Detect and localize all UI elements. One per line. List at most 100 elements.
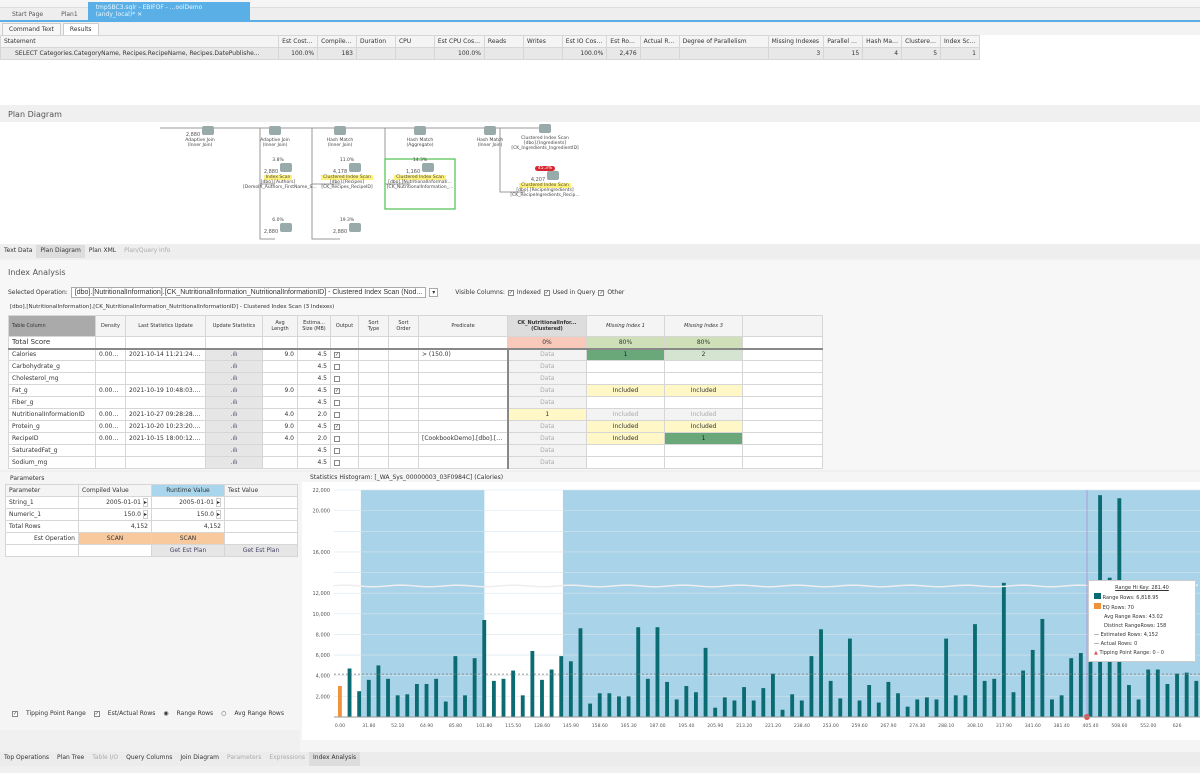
range-rows-bar[interactable] bbox=[491, 680, 496, 717]
range-rows-bar[interactable] bbox=[347, 668, 352, 717]
table-row[interactable]: SELECT Categories.CategoryName, Recipes.… bbox=[0, 47, 980, 60]
range-rows-bar[interactable] bbox=[645, 678, 650, 717]
range-rows-bar[interactable] bbox=[1146, 669, 1151, 717]
table-row[interactable]: Fiber_g .ılı 4.5 Data bbox=[8, 396, 823, 409]
update-statistics-button[interactable]: .ılı bbox=[205, 372, 263, 385]
get-est-plan-runtime-button[interactable]: Get Est Plan bbox=[151, 544, 225, 557]
output-checkbox[interactable]: ✓ bbox=[334, 423, 340, 430]
output-checkbox[interactable] bbox=[334, 375, 340, 382]
plan-node-hm1[interactable]: Hash Match (Inner Join) bbox=[305, 126, 375, 148]
update-statistics-button[interactable]: .ılı bbox=[205, 432, 263, 445]
column-header[interactable]: Last Statistics Update bbox=[125, 315, 206, 337]
tab-text-data[interactable]: Text Data bbox=[0, 245, 36, 258]
table-row[interactable]: Calories 0.000062 2021-10-14 11:21:24.663.… bbox=[8, 348, 823, 361]
table-row[interactable]: Fat_g 0.000374 2021-10-19 10:48:03.175 .ılı… bbox=[8, 384, 823, 397]
range-rows-bar[interactable] bbox=[607, 693, 612, 717]
cell[interactable] bbox=[224, 508, 298, 521]
column-header[interactable]: Estima... Size (MB) bbox=[297, 315, 331, 337]
column-header[interactable]: Est CPU Cost % bbox=[433, 35, 485, 48]
get-est-plan-test-button[interactable]: Get Est Plan bbox=[224, 544, 298, 557]
column-header[interactable]: Missing Index 1 bbox=[586, 315, 665, 337]
chevron-right-icon[interactable]: ▸ bbox=[215, 498, 221, 507]
range-rows-bar[interactable] bbox=[809, 656, 814, 717]
column-header[interactable]: Statement bbox=[0, 35, 280, 48]
range-rows-bar[interactable] bbox=[443, 701, 448, 717]
output-checkbox[interactable] bbox=[334, 435, 340, 442]
tab-top-operations[interactable]: Top Operations bbox=[0, 752, 53, 766]
range-rows-bar[interactable] bbox=[434, 678, 439, 717]
table-row[interactable]: NutritionalInformationID 0.000002 2021-10-… bbox=[8, 408, 823, 421]
range-rows-bar[interactable] bbox=[453, 656, 458, 717]
range-rows-bar[interactable] bbox=[982, 680, 987, 717]
column-header[interactable]: Hash Matc... bbox=[862, 35, 903, 48]
column-header[interactable]: Parallel Op... bbox=[823, 35, 864, 48]
range-rows-bar[interactable] bbox=[732, 700, 737, 717]
update-statistics-button[interactable]: .ılı bbox=[205, 456, 263, 469]
parameter-row[interactable]: String_1 2005-01-01 ▸ 2005-01-01 ▸ bbox=[5, 496, 298, 509]
update-statistics-button[interactable]: .ılı bbox=[205, 360, 263, 373]
chevron-right-icon[interactable]: ▸ bbox=[142, 510, 148, 519]
used-in-query-checkbox[interactable]: ✓ bbox=[543, 289, 550, 296]
range-rows-bar[interactable] bbox=[1040, 618, 1045, 717]
range-rows-bar[interactable] bbox=[751, 700, 756, 717]
tab-plan-query-info[interactable]: Plan/Query Info bbox=[120, 245, 174, 258]
range-rows-bar[interactable] bbox=[366, 679, 371, 717]
indexed-checkbox[interactable]: ✓ bbox=[507, 289, 514, 296]
column-header[interactable]: Missing Index 3 bbox=[664, 315, 743, 337]
range-rows-bar[interactable] bbox=[703, 647, 708, 717]
table-row[interactable]: Carbohydrate_g .ılı 4.5 Data bbox=[8, 360, 823, 373]
plan-node-aj2[interactable]: Adaptive Join (Inner Join) bbox=[240, 126, 310, 148]
range-rows-bar[interactable] bbox=[1050, 699, 1054, 717]
update-statistics-button[interactable]: .ılı bbox=[205, 396, 263, 409]
range-rows-bar[interactable] bbox=[924, 697, 929, 717]
range-rows-bar[interactable] bbox=[876, 702, 881, 717]
tab-table-i-o[interactable]: Table I/O bbox=[88, 752, 122, 766]
range-rows-bar[interactable] bbox=[405, 694, 410, 717]
column-header[interactable]: Est Rows bbox=[606, 35, 641, 48]
range-rows-bar[interactable] bbox=[1069, 658, 1074, 717]
column-header[interactable]: Update Statistics bbox=[205, 315, 263, 337]
table-row[interactable]: Sodium_mg .ılı 4.5 Data bbox=[8, 456, 823, 469]
range-rows-bar[interactable] bbox=[1059, 695, 1064, 717]
tab-plan1[interactable]: Plan1 bbox=[53, 9, 86, 20]
column-header[interactable]: Sort Order bbox=[388, 315, 419, 337]
update-statistics-button[interactable]: .ılı bbox=[205, 384, 263, 397]
range-rows-bar[interactable] bbox=[559, 656, 564, 717]
range-rows-bar[interactable] bbox=[953, 695, 958, 717]
range-rows-bar[interactable] bbox=[1175, 673, 1179, 717]
eq-rows-bar[interactable] bbox=[338, 686, 342, 717]
range-rows-bar[interactable] bbox=[1078, 653, 1083, 717]
range-rows-bar[interactable] bbox=[386, 678, 390, 717]
column-header[interactable]: Avg Length bbox=[262, 315, 298, 337]
range-rows-bar[interactable] bbox=[617, 696, 621, 717]
tab-plan-diagram[interactable]: Plan Diagram bbox=[36, 245, 85, 258]
range-rows-bar[interactable] bbox=[540, 679, 544, 717]
tab-parameters[interactable]: Parameters bbox=[223, 752, 265, 766]
column-header[interactable]: Duration bbox=[356, 35, 396, 48]
range-rows-bar[interactable] bbox=[414, 683, 419, 717]
plan-node-is1[interactable]: 3.8% 2,880 Index Scan [dbo].[Authors] [DemoI… bbox=[243, 158, 317, 190]
column-header[interactable]: Est Cost % bbox=[278, 35, 319, 48]
update-statistics-button[interactable]: .ılı bbox=[205, 420, 263, 433]
range-rows-bar[interactable] bbox=[357, 691, 362, 717]
update-statistics-button[interactable]: .ılı bbox=[205, 348, 263, 361]
tipping-point-range-checkbox[interactable]: ✓ bbox=[12, 710, 18, 717]
range-rows-bar[interactable] bbox=[838, 698, 843, 717]
range-rows-bar[interactable] bbox=[655, 627, 660, 717]
range-rows-bar[interactable] bbox=[761, 688, 766, 717]
column-header[interactable]: CPU bbox=[394, 35, 435, 48]
range-rows-bar[interactable] bbox=[915, 699, 920, 717]
range-rows-bar[interactable] bbox=[1184, 672, 1189, 717]
output-checkbox[interactable] bbox=[334, 459, 340, 466]
range-rows-bar[interactable] bbox=[780, 709, 785, 717]
column-header[interactable]: CK_NutritionalInfor... (Clustered) bbox=[507, 315, 587, 337]
tab-join-diagram[interactable]: Join Diagram bbox=[176, 752, 223, 766]
tab-active-document[interactable]: tmpSBC3.sqlr - EBIFOF - ...oolDemo (andy… bbox=[87, 2, 250, 20]
column-header[interactable]: Output bbox=[330, 315, 359, 337]
avg-range-rows-radio[interactable]: ○ bbox=[221, 710, 226, 717]
column-header[interactable]: Degree of Parallelism bbox=[678, 35, 769, 48]
column-header[interactable]: Compile Time bbox=[317, 35, 357, 48]
range-rows-bar[interactable] bbox=[482, 620, 487, 717]
range-rows-bar[interactable] bbox=[568, 661, 573, 717]
range-rows-bar[interactable] bbox=[1136, 699, 1141, 717]
